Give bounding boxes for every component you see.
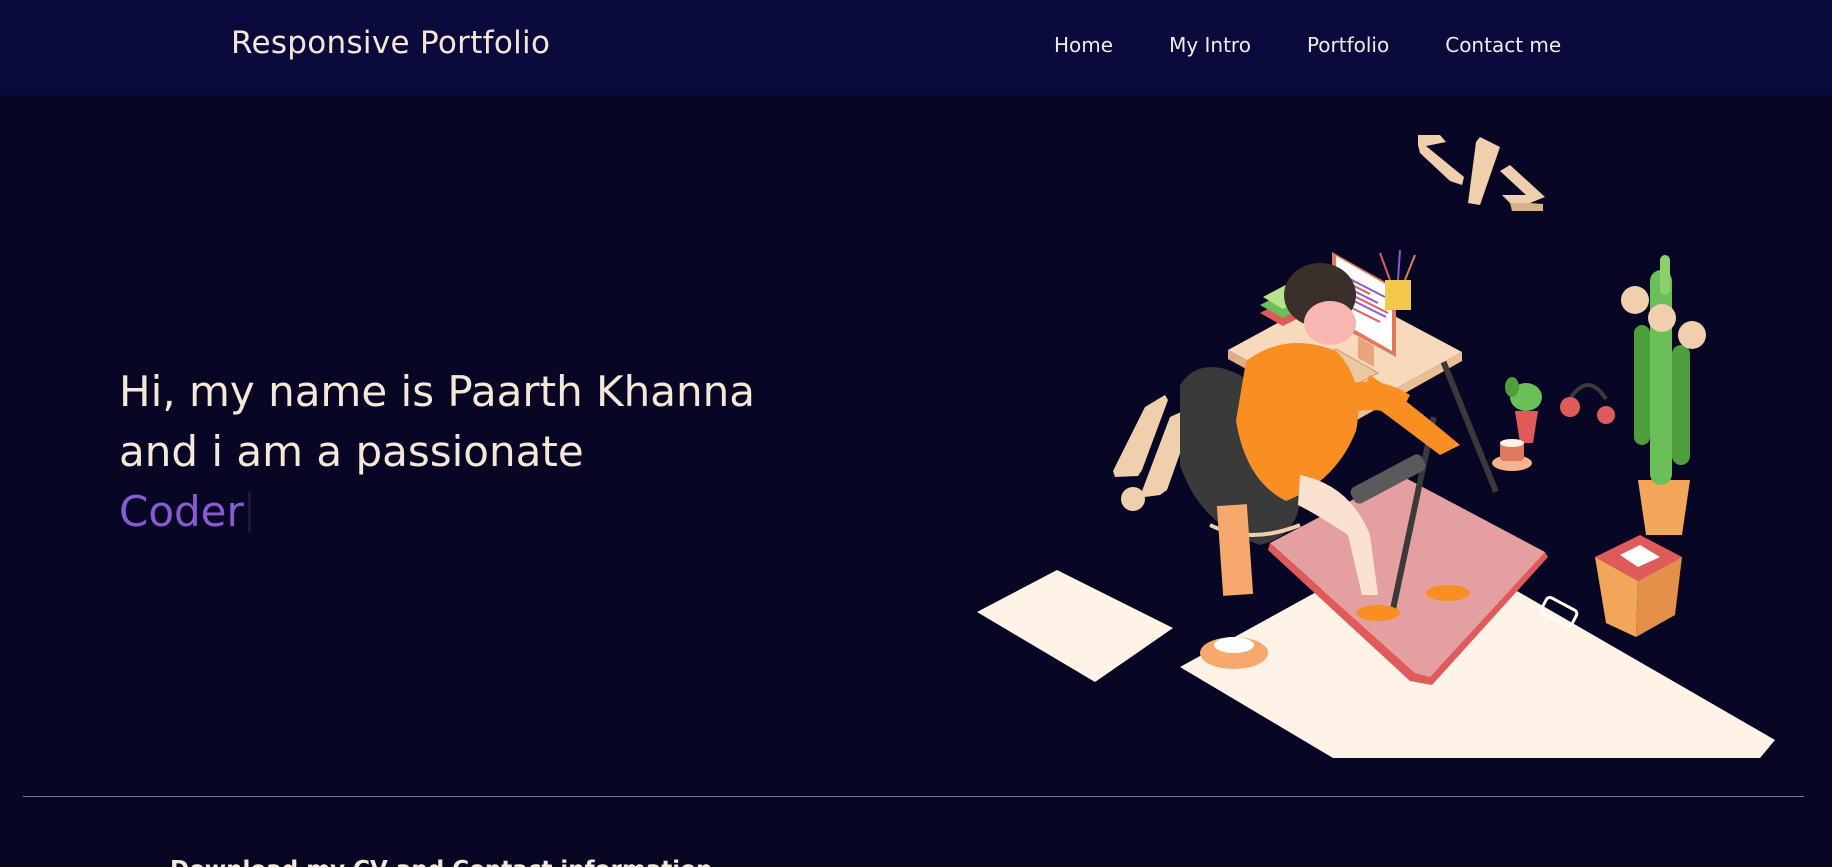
nav-link-portfolio[interactable]: Portfolio — [1307, 33, 1389, 57]
portfolio-page: Responsive Portfolio Home My Intro Portf… — [0, 0, 1832, 867]
typed-role: Coder — [119, 487, 244, 536]
section-divider — [23, 796, 1804, 797]
typing-cursor — [247, 492, 251, 532]
waste-bin-icon — [1595, 535, 1682, 637]
cv-contact-heading: Download my CV and Contact information — [170, 857, 712, 867]
headphones-icon — [1560, 383, 1615, 424]
code-tag-icon — [1418, 135, 1545, 211]
nav-link-my-intro[interactable]: My Intro — [1169, 33, 1251, 57]
floor-tile-small — [977, 570, 1173, 682]
nav-links: Home My Intro Portfolio Contact me — [1054, 33, 1561, 57]
nav-link-contact-me[interactable]: Contact me — [1445, 33, 1561, 57]
desk-leg-back — [1440, 360, 1499, 493]
small-cactus-icon — [1505, 377, 1542, 443]
hero-intro: Hi, my name is Paarth Khanna and i am a … — [119, 362, 755, 542]
wall-decoration — [1621, 286, 1649, 314]
hero-role-line: Coder — [119, 482, 755, 542]
top-navbar: Responsive Portfolio Home My Intro Portf… — [0, 0, 1832, 95]
hero-line-2: and i am a passionate — [119, 427, 584, 476]
nav-link-home[interactable]: Home — [1054, 33, 1113, 57]
developer-workspace-illustration — [977, 135, 1775, 758]
coffee-cup-icon — [1492, 439, 1532, 471]
site-brand[interactable]: Responsive Portfolio — [231, 25, 550, 61]
pencil-cup-icon — [1379, 249, 1416, 310]
hero-line-1: Hi, my name is Paarth Khanna — [119, 367, 755, 416]
